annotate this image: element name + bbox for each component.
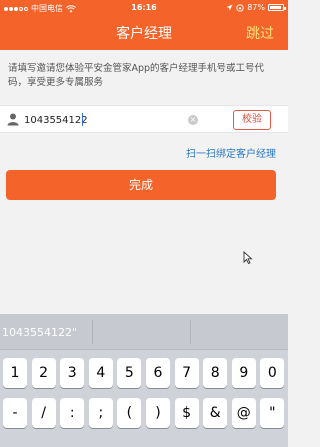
key[interactable]: : [60, 398, 85, 428]
clear-icon[interactable]: × [188, 115, 198, 125]
suggestion-item[interactable]: 1043554122" [2, 326, 77, 339]
suggestion-divider [92, 320, 93, 344]
text-caret [82, 113, 83, 126]
status-bar: 中国电信 16:16 87% [0, 0, 288, 17]
key[interactable]: 4 [88, 358, 113, 388]
key[interactable]: ( [117, 398, 142, 428]
instruction-text: 请填写邀请您体验平安金管家App的客户经理手机号或工号代码，享受更多专属服务 [8, 63, 265, 88]
key[interactable]: & [203, 398, 228, 428]
key[interactable]: @ [231, 398, 256, 428]
phone-input[interactable] [24, 111, 174, 129]
key[interactable]: 9 [231, 358, 256, 388]
done-button[interactable]: 完成 [6, 170, 276, 200]
suggestion-divider [190, 320, 191, 344]
battery-percent: 87% [247, 3, 265, 12]
key[interactable]: ; [88, 398, 113, 428]
key[interactable]: 1 [3, 358, 27, 388]
phone-field-row: × 校验 [0, 105, 288, 133]
key[interactable]: - [3, 398, 27, 428]
key[interactable]: " [260, 398, 285, 428]
key[interactable]: $ [174, 398, 199, 428]
key[interactable]: 5 [117, 358, 142, 388]
key[interactable]: / [31, 398, 56, 428]
keyboard: 1043554122" 1 2 3 4 5 6 7 8 9 0 - /:;() $ & @ " [0, 314, 288, 447]
page-title: 客户经理 [116, 26, 172, 42]
scan-bind-link[interactable]: 扫一扫绑定客户经理 [186, 145, 276, 160]
key[interactable]: 6 [146, 358, 170, 388]
status-right: 87% [226, 3, 286, 12]
key[interactable]: 2 [31, 358, 56, 388]
key[interactable]: 3 [60, 358, 85, 388]
suggestion-bar: 1043554122" [0, 314, 288, 350]
lock-rotation-icon [236, 3, 244, 12]
battery-icon [268, 4, 286, 11]
key[interactable]: 0 [260, 358, 285, 388]
user-icon [7, 113, 19, 126]
key[interactable]: 8 [203, 358, 228, 388]
key[interactable]: ) [146, 398, 170, 428]
key[interactable]: 7 [174, 358, 199, 388]
verify-button[interactable]: 校验 [233, 110, 271, 130]
location-arrow-icon [226, 4, 233, 11]
skip-button[interactable]: 跳过 [246, 23, 274, 43]
mouse-pointer-icon [243, 251, 253, 264]
